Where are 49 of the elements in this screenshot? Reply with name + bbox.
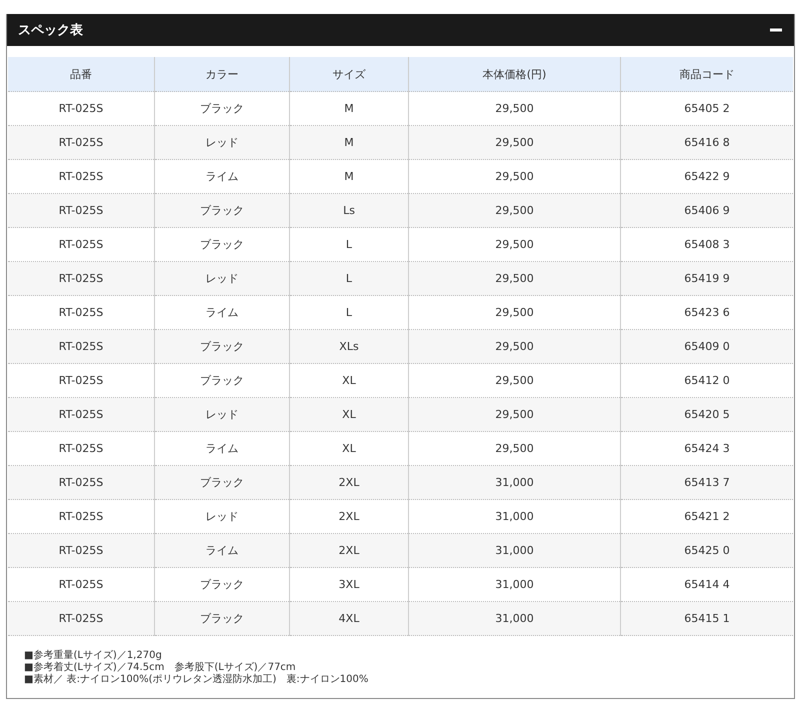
panel-title: スペック表 <box>18 22 83 39</box>
table-cell: RT-025S <box>8 466 154 500</box>
table-cell: 65425 0 <box>620 534 793 568</box>
table-cell: RT-025S <box>8 126 154 160</box>
column-header: 本体価格(円) <box>408 57 620 92</box>
table-cell: 4XL <box>290 602 408 636</box>
table-cell: 65420 5 <box>620 398 793 432</box>
table-cell: 65419 9 <box>620 262 793 296</box>
table-cell: Ls <box>290 194 408 228</box>
table-cell: レッド <box>154 262 290 296</box>
table-cell: 65415 1 <box>620 602 793 636</box>
table-cell: RT-025S <box>8 602 154 636</box>
table-cell: ブラック <box>154 466 290 500</box>
column-header: カラー <box>154 57 290 92</box>
table-cell: 65409 0 <box>620 330 793 364</box>
table-cell: 29,500 <box>408 126 620 160</box>
table-cell: RT-025S <box>8 330 154 364</box>
table-cell: 31,000 <box>408 602 620 636</box>
table-cell: 2XL <box>290 534 408 568</box>
table-cell: XLs <box>290 330 408 364</box>
table-cell: 29,500 <box>408 398 620 432</box>
table-cell: 65416 8 <box>620 126 793 160</box>
column-header: 商品コード <box>620 57 793 92</box>
table-cell: ブラック <box>154 602 290 636</box>
table-cell: 2XL <box>290 466 408 500</box>
spec-note: ■素材／ 表:ナイロン100%(ポリウレタン透湿防水加工) 裏:ナイロン100% <box>24 674 370 686</box>
table-cell: XL <box>290 398 408 432</box>
column-header: 品番 <box>8 57 154 92</box>
table-cell: 65413 7 <box>620 466 793 500</box>
table-cell: 31,000 <box>408 466 620 500</box>
table-cell: 29,500 <box>408 262 620 296</box>
table-cell: 65406 9 <box>620 194 793 228</box>
table-cell: RT-025S <box>8 398 154 432</box>
column-header: サイズ <box>290 57 408 92</box>
spec-note: ■参考重量(Lサイズ)／1,270g <box>24 650 163 662</box>
table-cell: 31,000 <box>408 534 620 568</box>
table-cell: 29,500 <box>408 194 620 228</box>
table-cell: ブラック <box>154 194 290 228</box>
table-cell: M <box>290 126 408 160</box>
table-cell: RT-025S <box>8 534 154 568</box>
table-cell: RT-025S <box>8 194 154 228</box>
table-cell: RT-025S <box>8 262 154 296</box>
table-cell: レッド <box>154 126 290 160</box>
spec-note: ■参考着丈(Lサイズ)／74.5cm 参考股下(Lサイズ)／77cm <box>24 662 297 674</box>
table-cell: ブラック <box>154 330 290 364</box>
table-cell: レッド <box>154 398 290 432</box>
table-cell: 29,500 <box>408 330 620 364</box>
table-cell: L <box>290 262 408 296</box>
table-cell: ライム <box>154 534 290 568</box>
